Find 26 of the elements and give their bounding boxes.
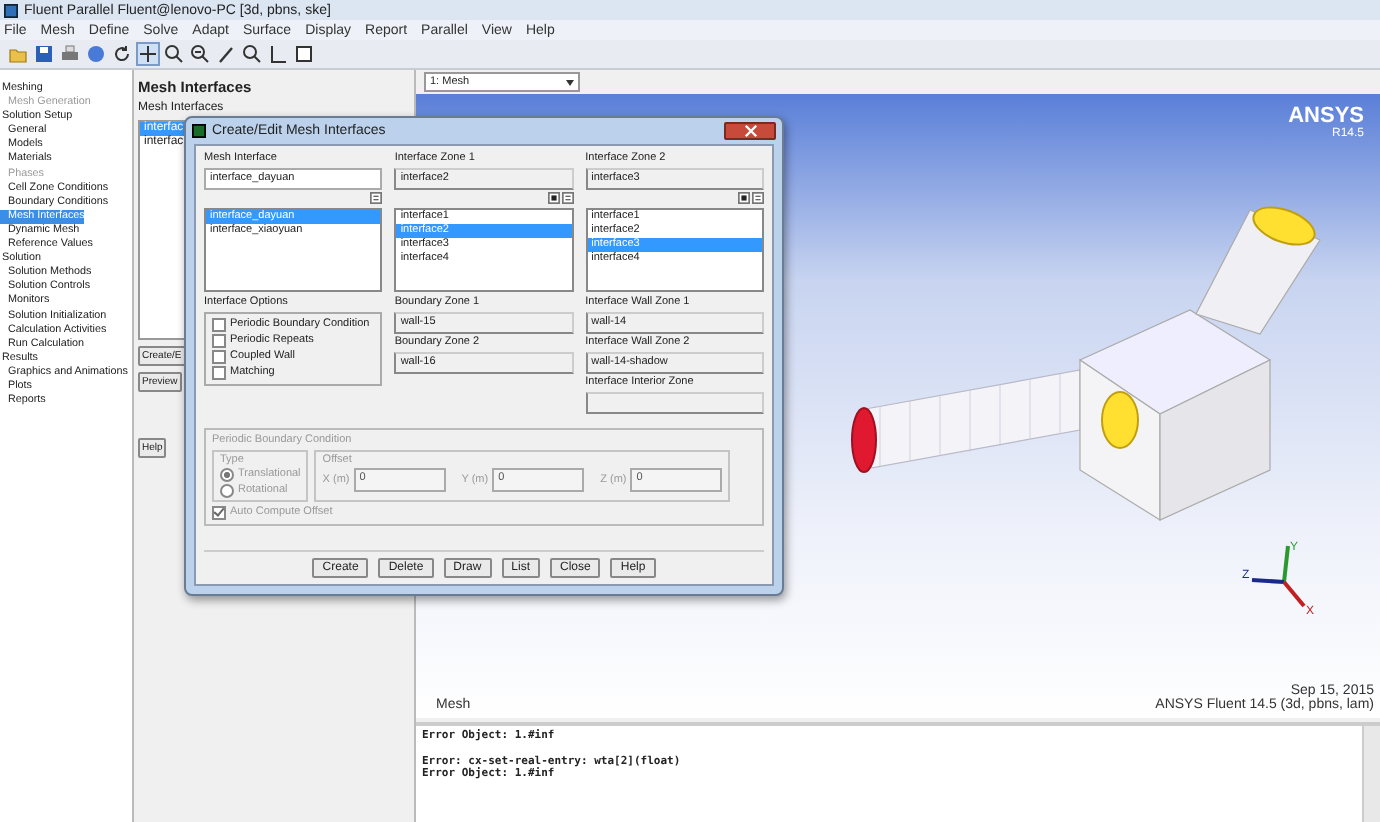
layout-icon[interactable] xyxy=(294,44,314,64)
scrollbar[interactable] xyxy=(1362,726,1380,822)
save-icon[interactable] xyxy=(34,44,54,64)
app-icon xyxy=(4,3,18,17)
print-icon[interactable] xyxy=(60,44,80,64)
select-all-icon[interactable] xyxy=(547,192,560,204)
axes-icon[interactable] xyxy=(268,44,288,64)
input-field[interactable] xyxy=(585,392,764,414)
list-icon[interactable] xyxy=(370,192,383,204)
select-all-icon[interactable] xyxy=(738,192,750,204)
checkbox[interactable] xyxy=(212,366,226,380)
checkbox[interactable] xyxy=(212,318,226,332)
list-icon[interactable] xyxy=(561,192,574,204)
zoom-out-icon[interactable] xyxy=(190,44,210,64)
checkbox[interactable] xyxy=(212,350,226,364)
zoom-in-icon[interactable] xyxy=(164,44,184,64)
move-icon[interactable] xyxy=(138,44,158,64)
app-icon xyxy=(192,124,206,138)
zoom-fit-icon[interactable] xyxy=(242,44,262,64)
caret-icon xyxy=(566,79,574,85)
checkbox[interactable] xyxy=(212,334,226,348)
list-icon[interactable] xyxy=(752,192,764,204)
logo-text: ANSYS xyxy=(1288,104,1364,128)
close-icon xyxy=(743,124,757,138)
rotate-icon[interactable] xyxy=(112,44,132,64)
close-button[interactable] xyxy=(724,122,776,140)
